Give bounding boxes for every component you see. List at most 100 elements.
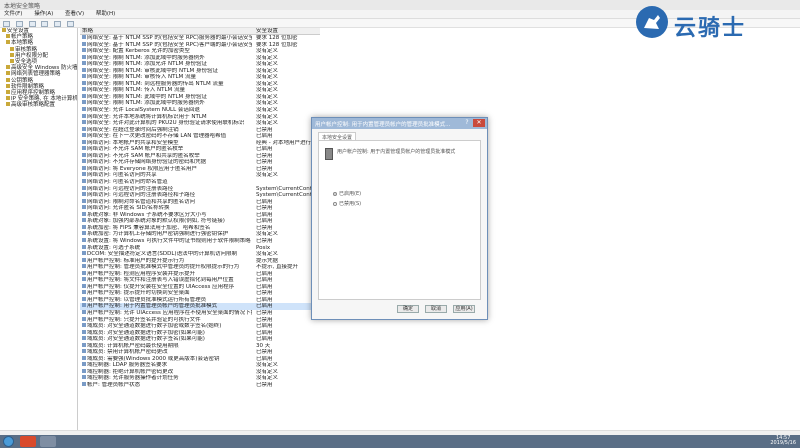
policy-icon [82,375,86,380]
policy-name-text: 网络访问: 不允许 SAM 帐户的匿名枚举 [87,146,184,153]
policy-icon [82,218,86,223]
watermark-text: 云骑士 [674,16,747,41]
apply-button[interactable]: 应用(A) [453,305,475,313]
policy-icon [82,80,86,85]
policy-properties-dialog: 用户帐户控制: 用于内置管理员帐户的管理员批准模式... ? ✕ 本地安全设置 … [311,117,488,320]
folder-icon [6,40,10,45]
policy-icon [82,107,86,112]
policy-name-text: 网络安全: 限制 NTLM: 此域中的 NTLM 身份验证 [87,93,208,100]
policy-icon [82,303,86,308]
column-header-setting[interactable]: 安全设置 [256,28,278,35]
policy-name-text: 网络访问: 将 Everyone 权限应用于匿名用户 [87,165,197,172]
policy-icon [82,309,86,314]
policy-name-text: 系统加密: 将 FIPS 兼容算法用于加密、哈希和签名 [87,224,211,231]
policy-icon [82,54,86,59]
folder-icon [2,28,6,32]
policy-icon [82,61,86,66]
policy-icon [82,48,86,53]
policy-name-text: 用户帐户控制: 标准用户的提升提示行为 [87,257,185,264]
policy-icon [82,159,86,164]
menu-view[interactable]: 查看(V) [65,10,84,19]
tree-node-label: 网络列表管理器策略 [11,71,61,78]
policy-name-text: 网络安全: 允许对此计算机的 PKU2U 身份验证请求使用联机标识 [87,120,245,127]
policy-name-text: 网络安全: 允许 LocalSystem NULL 会话回退 [87,107,200,114]
radio-enabled-label: 已启用(E) [339,191,362,197]
back-icon[interactable] [3,20,10,27]
radio-enabled[interactable]: 已启用(E) [333,190,361,197]
policy-icon [82,349,86,354]
properties-icon[interactable] [41,20,49,27]
radio-enabled-indicator[interactable] [333,191,337,196]
radio-disabled[interactable]: 已禁用(S) [333,200,361,207]
folder-icon [6,102,10,107]
policy-name-text: 域成员: 对安全通道数据进行数字加密(如果可能) [87,329,205,336]
policy-icon [82,323,86,328]
tree-node[interactable]: 高级审核策略配置 [0,102,77,108]
menu-action[interactable]: 操作(A) [34,10,53,19]
policy-icon [82,283,86,288]
export-icon[interactable] [54,20,61,27]
policy-icon [82,224,86,229]
policy-icon [82,67,86,72]
ok-button[interactable]: 确定 [397,305,419,313]
policy-name-text: 域控制器: 拒绝计算机帐户密码更改 [87,368,174,375]
policy-name-text: 网络安全: 限制 NTLM: 传入 NTLM 流量 [87,87,186,94]
dialog-description: 用户帐户控制: 用于内置管理员帐户的管理员批准模式 [337,149,456,155]
policy-icon [82,237,86,242]
policy-name-text: 网络访问: 限制对命名管道和共享的匿名访问 [87,198,196,205]
policy-name-text: 帐户: 管理员帐户状态 [87,381,141,388]
close-button[interactable]: ✕ [473,119,485,127]
list-header: 策略 安全设置 [80,28,320,35]
policy-name-text: 域成员: 对安全通道数据进行数字加密或数字签名(始终) [87,323,222,330]
policy-icon [82,296,86,301]
policy-icon [82,113,86,118]
policy-name-text: 系统对象: 加强内部系统对象的默认权限(例如, 符号链接) [87,218,225,225]
policy-icon [82,126,86,131]
up-icon[interactable] [28,20,36,27]
policy-name-text: 系统对象: 非 Windows 子系统不要求区分大小写 [87,211,207,218]
policy-icon [82,244,86,249]
policy-name-text: 网络安全: 允许本地系统将计算机标识用于 NTLM [87,113,207,120]
folder-icon [6,71,10,76]
policy-name-text: 网络安全: 限制 NTLM: 添加此域中的服务器例外 [87,100,205,107]
policy-name-text: 网络访问: 可远程访问的注册表路径 [87,185,174,192]
policy-name-text: 网络访问: 可远程访问的注册表路径和子路径 [87,192,196,199]
policy-icon [82,146,86,151]
taskbar-security-policy-icon[interactable] [40,436,56,447]
dialog-title: 用户帐户控制: 用于内置管理员帐户的管理员批准模式... [315,122,451,128]
policy-name-text: 用户帐户控制: 检测应用程序安装并提示提升 [87,270,196,277]
radio-disabled-indicator[interactable] [333,201,337,206]
policy-name-text: 用户帐户控制: 以管理员批准模式运行所有管理员 [87,296,207,303]
policy-name-text: 网络安全: 限制 NTLM: 添加此域中的服务器例外 [87,54,205,61]
tree-node-label: 用户权限分配 [15,52,49,59]
folder-icon [6,65,10,70]
policy-name-text: 域控制器: 允许服务器操作者计划任务 [87,375,179,382]
tree-node-label: 高级审核策略配置 [11,102,56,109]
help-button[interactable]: ? [463,119,471,127]
tree-node-label: 审核策略 [15,46,38,53]
start-button[interactable] [3,436,14,447]
policy-name-text: 用户帐户控制: 用于内置管理员帐户的管理员批准模式 [87,303,218,310]
policy-name-text: 用户帐户控制: 提示提升时切换到安全桌面 [87,290,190,297]
menu-file[interactable]: 文件(F) [4,10,22,19]
policy-icon [82,165,86,170]
policy-name-text: 域成员: 对安全通道数据进行数字签名(如果可能) [87,336,205,343]
policy-icon [82,264,86,269]
menu-help[interactable]: 帮助(H) [96,10,115,19]
help-icon[interactable] [66,20,74,27]
policy-name-text: 网络安全: 限制 NTLM: 审核传入 NTLM 流量 [87,74,197,81]
table-row[interactable]: 帐户: 管理员帐户状态 已禁用 [80,381,320,389]
taskbar-app-icon[interactable] [20,436,36,447]
cancel-button[interactable]: 取消 [425,305,447,313]
policy-icon [82,368,86,373]
forward-icon[interactable] [15,20,23,27]
policy-icon [82,133,86,138]
tree-node-label: 公钥策略 [11,77,34,84]
column-header-policy[interactable]: 策略 [82,28,93,35]
policy-icon [82,100,86,105]
policy-icon [82,198,86,203]
policy-name-text: 网络安全: 配置 Kerberos 允许的加密类型 [87,48,190,55]
policy-icon [82,152,86,157]
system-clock[interactable]: 14:57 2019/5/16 [770,436,796,446]
tree-node-label: 本地策略 [11,40,34,47]
